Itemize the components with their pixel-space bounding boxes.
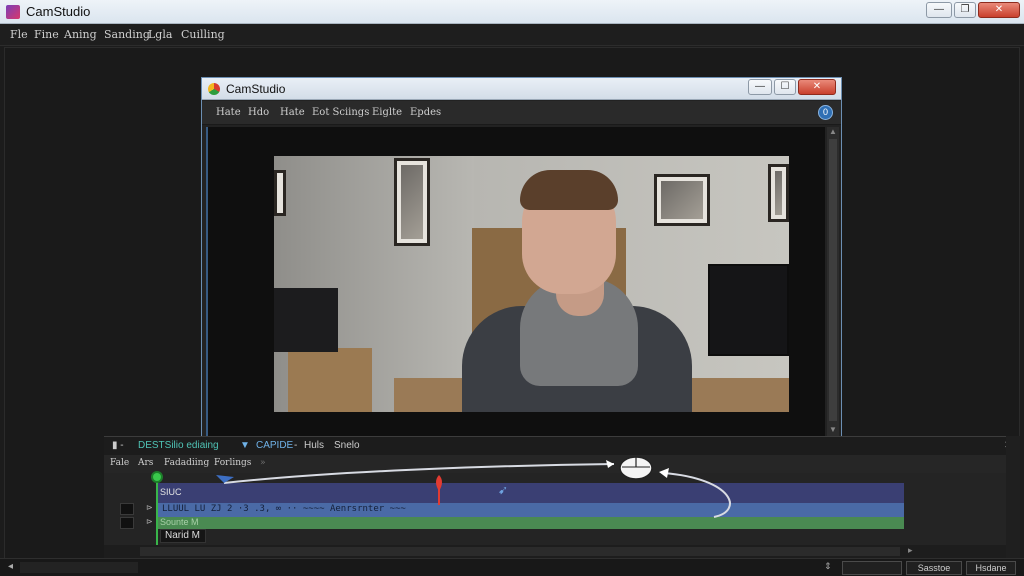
side-table: [288, 348, 372, 412]
inner-window-title: CamStudio: [226, 82, 286, 96]
inner-titlebar[interactable]: CamStudio — ☐ ✕: [202, 78, 841, 100]
status-bar: ◂ ⇕ Sasstoe Hsdane: [0, 558, 1024, 576]
inner-menubar: Hate Hdo Hate Eot Sciings Eiglte Epdes 0: [202, 101, 841, 125]
status-button-2[interactable]: Hsdane: [966, 561, 1016, 575]
status-dropdown-icon[interactable]: ⇕: [824, 561, 832, 572]
timeline-scroll-right-icon[interactable]: ▸: [908, 545, 913, 556]
scroll-down-icon[interactable]: ▼: [828, 425, 838, 435]
header-item-huls[interactable]: Huls: [304, 440, 324, 451]
playhead-handle[interactable]: [151, 471, 163, 483]
timeline-scrollbar[interactable]: ▸: [104, 545, 1020, 559]
track-mute-button[interactable]: [120, 517, 134, 529]
timeline-menu-2[interactable]: Ars: [138, 458, 153, 468]
timeline-menu-3[interactable]: Fadadiing: [164, 458, 209, 468]
wall-picture: [394, 158, 430, 246]
menu-lgla[interactable]: Lgla: [148, 28, 172, 41]
panel-grip-icon[interactable]: ▮ -: [112, 440, 124, 451]
inner-close-button[interactable]: ✕: [798, 79, 836, 95]
help-icon[interactable]: 0: [818, 105, 833, 120]
wall-picture: [654, 174, 710, 226]
cursor-path-annotation: [216, 460, 731, 518]
track-marker-icon: ⊳: [146, 503, 153, 512]
wall-picture: [768, 164, 789, 222]
right-panel-scrollbar[interactable]: [1006, 436, 1020, 558]
triangle-icon[interactable]: ▼: [240, 440, 250, 451]
status-empty-button[interactable]: [842, 561, 902, 575]
timeline-scroll-thumb[interactable]: [140, 547, 900, 556]
menu-fine[interactable]: Fine: [34, 28, 59, 41]
timeline-mode[interactable]: CAPIDE: [256, 440, 293, 451]
menu-file[interactable]: Fle: [10, 28, 28, 41]
person-hair: [520, 170, 618, 210]
webcam-video-preview: [274, 156, 789, 412]
timeline-panel: ▮ - DESTSilio ediaing ▼ CAPIDE - Huls Sn…: [104, 436, 1020, 559]
outer-titlebar: CamStudio — ❐ ✕: [0, 0, 1024, 24]
outer-window-title: CamStudio: [26, 4, 91, 19]
maximize-button[interactable]: ❐: [954, 2, 976, 18]
menu-aning[interactable]: Aning: [64, 28, 97, 41]
header-item-snelo[interactable]: Snelo: [334, 440, 360, 451]
camstudio-icon: [208, 83, 220, 95]
close-button[interactable]: ✕: [978, 2, 1020, 18]
status-button-1[interactable]: Sasstoe: [906, 561, 962, 575]
inner-maximize-button[interactable]: ☐: [774, 79, 796, 95]
wall-picture: [274, 170, 286, 216]
inner-menu-6[interactable]: Epdes: [410, 107, 441, 118]
timeline-title: DESTSilio ediaing: [138, 440, 219, 451]
scroll-thumb[interactable]: [829, 139, 837, 421]
track-marker-icon: ⊳: [146, 517, 153, 526]
track-label: SIUC: [160, 487, 182, 497]
inner-scrollbar[interactable]: ▲ ▼: [827, 127, 839, 437]
header-dash: -: [294, 440, 298, 451]
scroll-up-icon[interactable]: ▲: [828, 127, 838, 137]
menu-sanding[interactable]: Sanding: [104, 28, 150, 41]
camstudio-app-icon: [6, 5, 20, 19]
inner-menu-settings[interactable]: Eot Sciings: [312, 107, 369, 118]
playhead-line[interactable]: [156, 477, 158, 547]
outer-window: CamStudio — ❐ ✕ Fle Fine Aning Sanding L…: [0, 0, 1024, 576]
inner-menu-5[interactable]: Eiglte: [372, 107, 402, 118]
clip-label[interactable]: Narid M: [160, 529, 206, 543]
minimize-button[interactable]: —: [926, 2, 952, 18]
monitor: [708, 264, 789, 356]
inner-minimize-button[interactable]: —: [748, 79, 772, 95]
outer-menubar: Fle Fine Aning Sanding Lgla Cuilling: [0, 24, 1024, 46]
timeline-menu-1[interactable]: Fale: [110, 458, 129, 468]
inner-menu-1[interactable]: Hate: [216, 107, 241, 118]
inner-menu-3[interactable]: Hate: [280, 107, 305, 118]
mouse-icon: [619, 456, 653, 480]
track-lock-button[interactable]: [120, 503, 134, 515]
audio-track-label: Sounte M: [160, 517, 199, 527]
speaker: [274, 288, 338, 352]
status-scroll-track[interactable]: [20, 562, 138, 573]
inner-menu-2[interactable]: Hdo: [248, 107, 269, 118]
scroll-left-icon[interactable]: ◂: [8, 561, 13, 572]
menu-cuilling[interactable]: Cuilling: [181, 28, 225, 41]
